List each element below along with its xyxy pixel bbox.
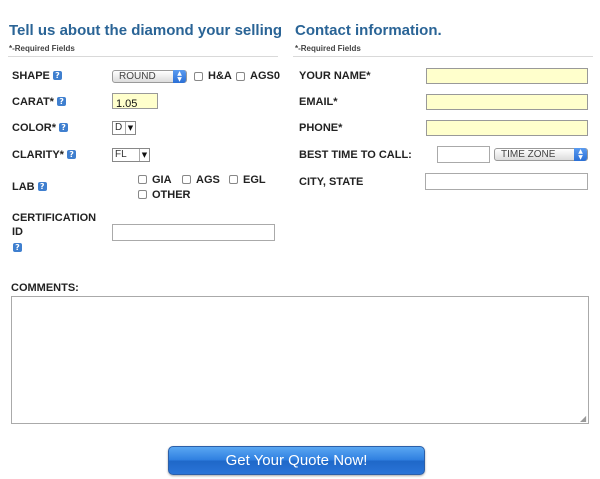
- name-label: YOUR NAME*: [299, 70, 371, 82]
- best-time-label: BEST TIME TO CALL:: [299, 149, 412, 161]
- email-field[interactable]: [426, 94, 588, 112]
- best-time-field[interactable]: [437, 146, 490, 165]
- lab-label-row: LAB ?: [12, 181, 47, 193]
- name-input[interactable]: [427, 72, 587, 86]
- clarity-select-value: FL: [115, 149, 127, 160]
- ha-label: H&A: [208, 70, 232, 82]
- lab-other-label: OTHER: [152, 189, 191, 201]
- shape-label: SHAPE: [12, 70, 50, 82]
- email-label: EMAIL*: [299, 96, 338, 108]
- select-arrows-icon: ▲ ▼: [574, 148, 587, 161]
- comments-textarea[interactable]: [11, 296, 589, 424]
- carat-label-row: CARAT* ?: [12, 96, 67, 108]
- help-icon[interactable]: ?: [67, 150, 77, 159]
- shape-label-row: SHAPE ?: [12, 70, 62, 82]
- diamond-section-heading: Tell us about the diamond your selling: [9, 22, 283, 39]
- diamond-required-note: *-Required Fields: [9, 44, 75, 53]
- certification-id-field[interactable]: [112, 224, 275, 243]
- color-label-row: COLOR* ?: [12, 122, 69, 134]
- name-field[interactable]: [426, 68, 588, 86]
- help-icon[interactable]: ?: [37, 182, 47, 191]
- get-quote-button[interactable]: Get Your Quote Now!: [168, 446, 425, 475]
- chevron-down-icon: ▼: [139, 149, 149, 161]
- carat-input[interactable]: [113, 97, 157, 111]
- city-state-input[interactable]: [426, 176, 587, 192]
- comments-label: COMMENTS:: [11, 282, 79, 294]
- lab-gia-label: GIA: [152, 174, 172, 186]
- certification-id-input[interactable]: [113, 227, 274, 243]
- carat-field[interactable]: [112, 93, 158, 111]
- city-state-label: CITY, STATE: [299, 176, 364, 188]
- shape-select-value: ROUND: [119, 71, 156, 82]
- lab-ags-checkbox[interactable]: [182, 175, 191, 184]
- lab-other-checkbox[interactable]: [138, 190, 147, 199]
- ha-checkbox[interactable]: [194, 72, 203, 81]
- lab-egl-checkbox[interactable]: [229, 175, 238, 184]
- lab-label: LAB: [12, 181, 35, 193]
- phone-label: PHONE*: [299, 122, 343, 134]
- color-label: COLOR*: [12, 122, 56, 134]
- time-zone-select[interactable]: TIME ZONE ▲ ▼: [494, 148, 588, 161]
- ags0-checkbox[interactable]: [236, 72, 245, 81]
- certification-label-line2: ID: [12, 226, 23, 238]
- contact-section-heading: Contact information.: [295, 22, 442, 39]
- phone-input[interactable]: [427, 124, 587, 138]
- email-input[interactable]: [427, 98, 587, 112]
- help-icon[interactable]: ?: [13, 243, 22, 252]
- color-select-value: D: [115, 122, 123, 133]
- clarity-label-row: CLARITY* ?: [12, 149, 77, 161]
- lab-ags-label: AGS: [196, 174, 220, 186]
- contact-divider: [293, 56, 593, 57]
- resize-grip-icon[interactable]: ◢: [580, 415, 588, 423]
- lab-egl-label: EGL: [243, 174, 266, 186]
- lab-gia-checkbox[interactable]: [138, 175, 147, 184]
- time-zone-value: TIME ZONE: [501, 149, 556, 160]
- chevron-down-icon: ▼: [125, 122, 135, 134]
- help-icon[interactable]: ?: [59, 123, 69, 132]
- city-state-field[interactable]: [425, 173, 588, 192]
- diamond-divider: [8, 56, 278, 57]
- help-icon[interactable]: ?: [57, 97, 67, 106]
- clarity-select[interactable]: FL ▼: [112, 148, 150, 162]
- carat-label: CARAT*: [12, 96, 54, 108]
- select-arrows-icon: ▲ ▼: [173, 70, 186, 83]
- clarity-label: CLARITY*: [12, 149, 64, 161]
- contact-required-note: *-Required Fields: [295, 44, 361, 53]
- color-select[interactable]: D ▼: [112, 121, 136, 135]
- phone-field[interactable]: [426, 120, 588, 138]
- help-icon[interactable]: ?: [52, 71, 62, 80]
- best-time-input[interactable]: [438, 149, 489, 165]
- shape-select[interactable]: ROUND ▲ ▼: [112, 70, 187, 83]
- ags0-label: AGS0: [250, 70, 280, 82]
- certification-label-line1: CERTIFICATION: [12, 212, 97, 224]
